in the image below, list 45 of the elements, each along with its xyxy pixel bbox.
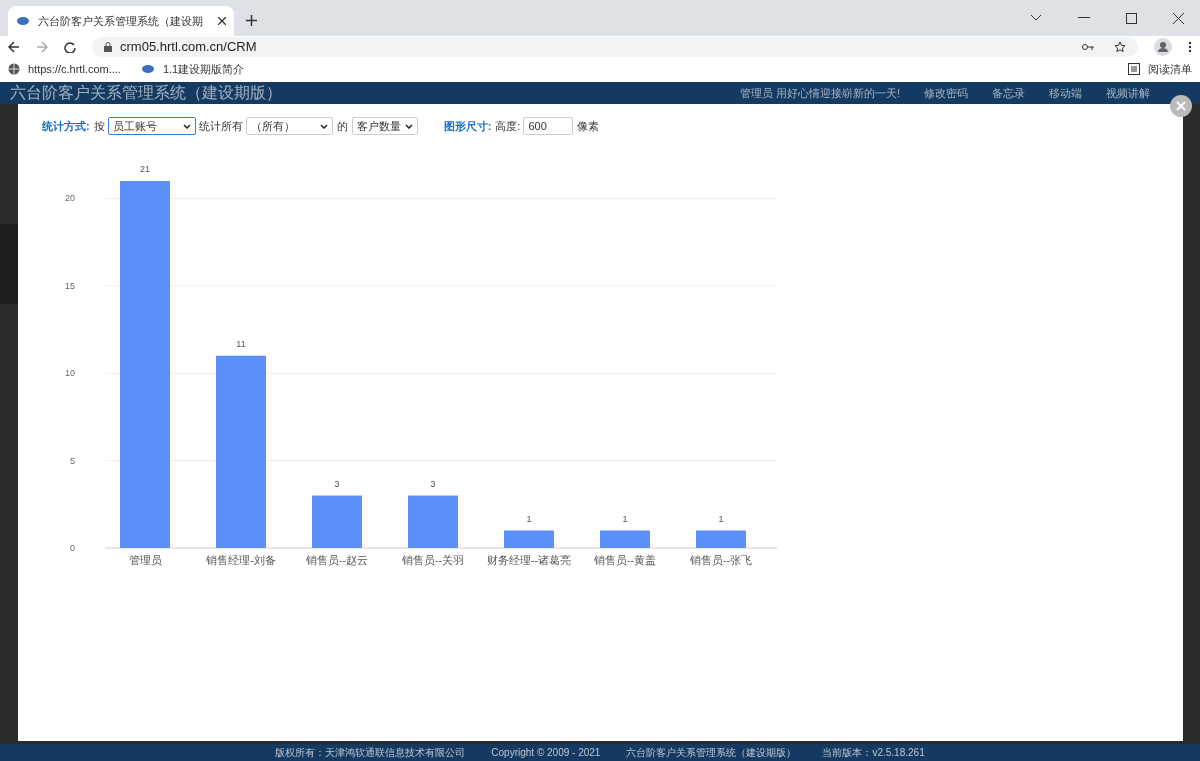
footer-text: 当前版本：v2.5.18.261 bbox=[822, 746, 925, 760]
category-label: 财务经理--诸葛亮 bbox=[486, 554, 572, 566]
height-label: 高度: bbox=[495, 118, 521, 134]
chart-size-label: 图形尺寸: bbox=[443, 118, 492, 134]
nav-link[interactable]: 修改密码 bbox=[924, 84, 968, 102]
axis-tick-label: 10 bbox=[65, 368, 75, 379]
data-label: 21 bbox=[140, 164, 150, 174]
nav-link[interactable]: 移动端 bbox=[1049, 84, 1082, 102]
footer-text: 六台阶客户关系管理系统（建设期版） bbox=[626, 746, 797, 760]
data-label: 3 bbox=[334, 478, 340, 489]
by-label: 按 bbox=[93, 118, 105, 134]
data-label: 1 bbox=[718, 513, 724, 524]
data-label: 11 bbox=[236, 338, 246, 349]
measure-select[interactable]: 客户数量 bbox=[351, 117, 418, 135]
unit-label: 像素 bbox=[577, 118, 600, 134]
data-label: 1 bbox=[526, 513, 532, 524]
category-label: 管理员 bbox=[128, 554, 162, 566]
axis-tick-label: 15 bbox=[65, 280, 75, 291]
axis-tick-label: 20 bbox=[65, 193, 75, 204]
count-all-label: 统计所有 bbox=[198, 118, 243, 134]
height-input[interactable]: 600 bbox=[523, 117, 574, 135]
group-by-select[interactable]: 员工账号 bbox=[107, 117, 196, 135]
category-label: 销售员--黄盖 bbox=[593, 554, 657, 566]
stat-method-label: 统计方式: bbox=[42, 118, 90, 134]
browser-tab[interactable]: 六台阶客户关系管理系统（建设期 bbox=[8, 6, 234, 36]
axis-tick-label: 0 bbox=[70, 543, 75, 553]
category-label: 销售员--关羽 bbox=[401, 554, 465, 566]
nav-link[interactable]: 备忘录 bbox=[992, 84, 1025, 102]
category-label: 销售经理-刘备 bbox=[206, 554, 276, 566]
footer-text: 版权所有：天津鸿软通联信息技术有限公司 bbox=[275, 746, 466, 760]
app-title: 六台阶客户关系管理系统（建设期版） bbox=[10, 83, 282, 103]
bookmark-link[interactable]: 1.1建设期版简介 bbox=[162, 60, 245, 78]
filter-select[interactable]: （所有） bbox=[245, 117, 333, 135]
of-label: 的 bbox=[336, 118, 348, 134]
welcome-text: 管理员 用好心情迎接崭新的一天! bbox=[739, 85, 900, 101]
axis-tick-label: 5 bbox=[70, 455, 75, 466]
footer-text: Copyright © 2009 - 2021 bbox=[491, 746, 601, 760]
address-bar[interactable]: crm05.hrtl.com.cn/CRM bbox=[92, 37, 1138, 57]
bookmark-link[interactable]: https://c.hrtl.com.... bbox=[28, 60, 121, 78]
data-label: 1 bbox=[622, 513, 628, 524]
reading-list-link[interactable]: 阅读清单 bbox=[1148, 60, 1192, 78]
data-label: 3 bbox=[430, 478, 436, 489]
nav-link[interactable]: 视频讲解 bbox=[1106, 84, 1150, 102]
category-label: 销售员--赵云 bbox=[305, 554, 369, 566]
category-label: 销售员--张飞 bbox=[689, 554, 753, 566]
